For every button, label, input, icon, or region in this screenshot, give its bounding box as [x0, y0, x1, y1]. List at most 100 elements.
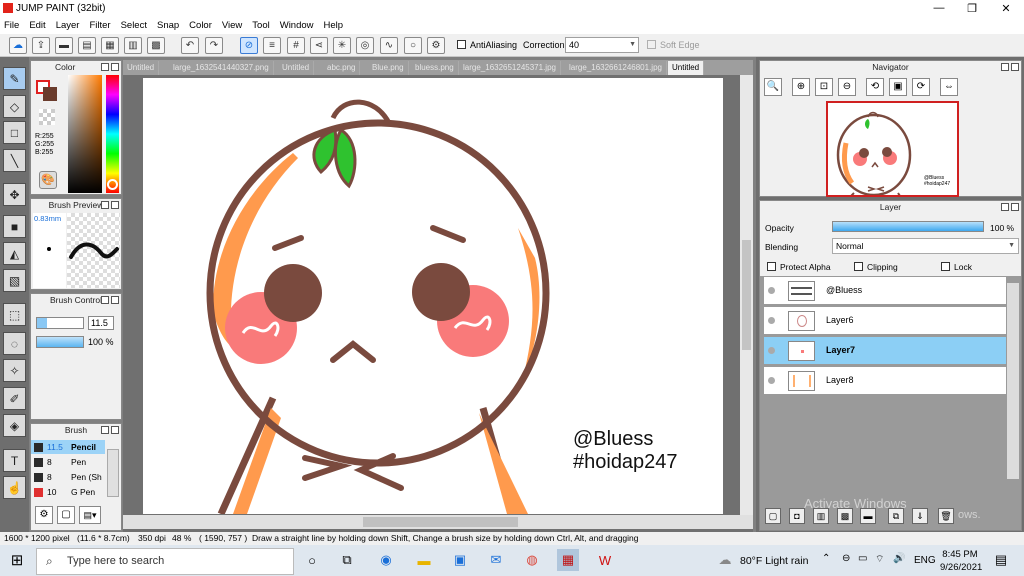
zoom-in-icon[interactable]: ⊕ [792, 78, 810, 96]
hue-slider[interactable] [106, 75, 119, 193]
line-tool-icon[interactable]: ╲ [3, 149, 26, 172]
navigator-thumbnail[interactable]: @Bluess #hoidap247 [826, 101, 959, 197]
brush-item-pen[interactable]: 8 Pen [31, 455, 105, 469]
lock-checkbox[interactable] [941, 262, 950, 271]
rotate-left-icon[interactable]: ⟲ [866, 78, 884, 96]
flip-icon[interactable]: ⇔ [940, 78, 958, 96]
folder-icon[interactable]: ▬ [860, 508, 876, 524]
brush-settings-icon[interactable]: ⚙ [35, 506, 53, 524]
wps-office-icon[interactable]: W [594, 549, 616, 571]
float-icon[interactable] [1001, 63, 1009, 71]
language-indicator[interactable]: ENG [914, 555, 936, 566]
blending-select[interactable]: Normal ▼ [832, 238, 1019, 254]
taskbar-search-box[interactable]: ⌕ Type here to search [36, 548, 294, 575]
brush-item-pencil[interactable]: 11.5 Pencil [31, 440, 105, 454]
lasso-select-icon[interactable]: ◌ [3, 332, 26, 355]
menu-edit[interactable]: Edit [29, 20, 45, 31]
menu-window[interactable]: Window [280, 20, 314, 31]
menu-filter[interactable]: Filter [89, 20, 110, 31]
tab-bluess[interactable]: bluess.png [411, 61, 459, 75]
bucket-tool-icon[interactable]: ◭ [3, 242, 26, 265]
float-icon[interactable] [1001, 203, 1009, 211]
menu-help[interactable]: Help [324, 20, 344, 31]
upload-icon[interactable]: ⇪ [32, 37, 50, 54]
weather-icon[interactable]: ☁ [714, 549, 736, 571]
redo-icon[interactable]: ↷ [205, 37, 223, 54]
menu-color[interactable]: Color [189, 20, 212, 31]
layer-row-layer8[interactable]: Layer8 [763, 366, 1007, 395]
menu-layer[interactable]: Layer [56, 20, 80, 31]
message-icon[interactable]: ▤ [78, 37, 96, 54]
cortana-icon[interactable]: ○ [301, 549, 323, 571]
vanishing-lines-icon[interactable]: ⋖ [310, 37, 328, 54]
float-icon[interactable] [101, 63, 109, 71]
radial-lines-icon[interactable]: ✳ [333, 37, 351, 54]
close-panel-icon[interactable] [111, 296, 119, 304]
visibility-icon[interactable] [768, 317, 775, 324]
menu-snap[interactable]: Snap [157, 20, 179, 31]
brush-item-pen-sh[interactable]: 8 Pen (Sh [31, 470, 105, 484]
rect-select-icon[interactable]: ⬚ [3, 303, 26, 326]
fit-window-icon[interactable]: ⊡ [815, 78, 833, 96]
float-icon[interactable] [101, 426, 109, 434]
correction-select[interactable]: 40 ▼ [565, 37, 639, 53]
undo-icon[interactable]: ↶ [181, 37, 199, 54]
clipping-checkbox[interactable] [854, 262, 863, 271]
delete-layer-icon[interactable]: 🗑 [938, 508, 954, 524]
rectangle-tool-icon[interactable]: □ [3, 121, 26, 144]
comment-icon[interactable]: ▬ [55, 37, 73, 54]
concentric-circles-icon[interactable]: ◎ [356, 37, 374, 54]
grid-snap-icon[interactable]: # [287, 37, 305, 54]
antialiasing-checkbox[interactable] [457, 40, 466, 49]
layer-row-layer7[interactable]: Layer7 [763, 336, 1007, 365]
new-brush-icon[interactable]: ▢ [57, 506, 75, 524]
tab-untitled-active[interactable]: Untitled [668, 61, 705, 75]
tab-large-1632541440327[interactable]: large_1632541440327.png [169, 61, 274, 75]
wifi-icon[interactable]: ⌔ [875, 553, 884, 566]
reset-rotation-icon[interactable]: ▣ [889, 78, 907, 96]
pen-tool-icon[interactable]: ✎ [3, 67, 26, 90]
protect-alpha-checkbox[interactable] [767, 262, 776, 271]
brush-item-g-pen[interactable]: 10 G Pen [31, 485, 105, 499]
parallel-lines-icon[interactable]: ≡ [263, 37, 281, 54]
curve-icon[interactable]: ∿ [380, 37, 398, 54]
page-icon[interactable]: ▥ [124, 37, 142, 54]
close-panel-icon[interactable] [111, 201, 119, 209]
clock[interactable]: 8:45 PM 9/26/2021 [940, 548, 982, 574]
transparent-swatch[interactable] [39, 109, 55, 125]
hue-handle[interactable] [107, 179, 118, 190]
visibility-icon[interactable] [768, 377, 775, 384]
maximize-button[interactable]: ❐ [955, 0, 989, 16]
float-icon[interactable] [101, 296, 109, 304]
close-panel-icon[interactable] [111, 426, 119, 434]
grid-page-icon[interactable]: ▩ [147, 37, 165, 54]
select-pen-icon[interactable]: ✐ [3, 387, 26, 410]
close-panel-icon[interactable] [1011, 203, 1019, 211]
new-layer-icon[interactable]: ▢ [765, 508, 781, 524]
notification-icon[interactable]: ▤ [990, 549, 1012, 571]
no-snap-icon[interactable]: ⊘ [240, 37, 258, 54]
softedge-checkbox[interactable] [647, 40, 656, 49]
select-eraser-icon[interactable]: ◈ [3, 414, 26, 437]
tab-abc[interactable]: abc.png [323, 61, 361, 75]
network-icon[interactable]: ▭ [858, 553, 867, 564]
brush-list-scrollbar[interactable] [107, 449, 119, 497]
tab-untitled-1[interactable]: Untitled [123, 61, 160, 75]
color-saturation-square[interactable] [68, 75, 102, 193]
cloud-icon[interactable]: ☁ [9, 37, 27, 54]
rotate-right-icon[interactable]: ⟳ [912, 78, 930, 96]
palette-icon[interactable]: 🎨 [39, 171, 57, 189]
weather-text[interactable]: 80°F Light rain [740, 555, 808, 567]
drawing-canvas[interactable]: @Bluess #hoidap247 [143, 78, 723, 514]
layer-list-scrollbar[interactable] [1007, 283, 1019, 479]
new-color-layer-icon[interactable]: ◘ [789, 508, 805, 524]
text-tool-icon[interactable]: T [3, 449, 26, 472]
layer-1bit-icon[interactable]: ▥ [813, 508, 829, 524]
volume-icon[interactable]: 🔊 [893, 553, 905, 564]
edge-browser-icon[interactable]: ◉ [375, 549, 397, 571]
zoom-out-icon[interactable]: ⊖ [838, 78, 856, 96]
settings-icon[interactable]: ⚙ [427, 37, 445, 54]
zoom-icon[interactable]: 🔍 [764, 78, 782, 96]
layer-tone-icon[interactable]: ▩ [837, 508, 853, 524]
tab-untitled-2[interactable]: Untitled [278, 61, 315, 75]
